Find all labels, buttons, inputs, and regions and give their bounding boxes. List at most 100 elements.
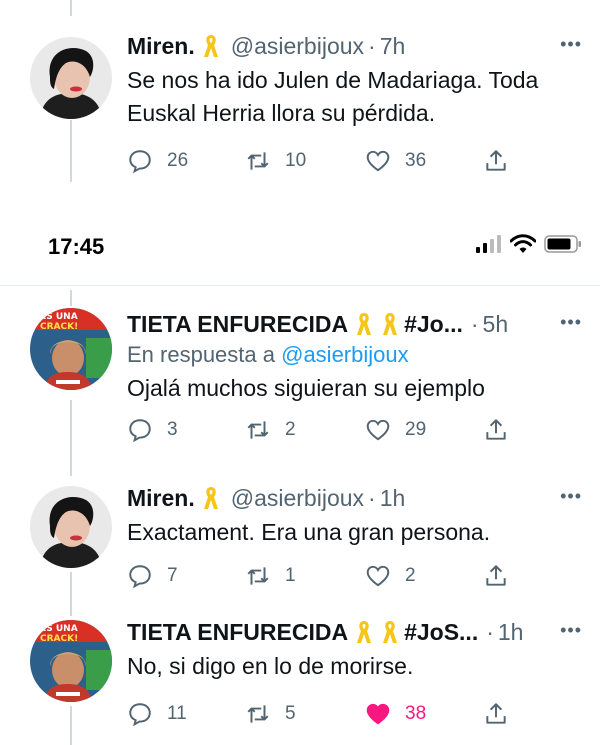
retweet-count: 10 bbox=[285, 150, 307, 171]
avatar[interactable]: ¡ES UNA CRACK! bbox=[30, 620, 112, 702]
more-options-icon[interactable]: ••• bbox=[560, 34, 582, 55]
reply-button[interactable]: 26 bbox=[127, 148, 188, 174]
avatar-badge-line1: ¡ES UNA bbox=[36, 624, 78, 634]
reply-icon bbox=[129, 419, 151, 443]
share-icon bbox=[486, 565, 506, 586]
heart-icon bbox=[366, 150, 390, 172]
more-options-icon[interactable]: ••• bbox=[560, 620, 582, 641]
reply-count: 26 bbox=[167, 150, 189, 171]
tweet-header: TIETA ENFURECIDA #JoS... · 1h bbox=[127, 618, 582, 646]
tweet-actions: 11 5 38 bbox=[127, 701, 582, 731]
user-handle[interactable]: @asierbijoux bbox=[231, 484, 364, 512]
tweet-actions: 26 10 36 bbox=[127, 148, 582, 178]
retweet-icon bbox=[247, 705, 269, 723]
yellow-ribbon-icon bbox=[354, 618, 374, 646]
system-icons bbox=[476, 234, 582, 254]
magazine-cover-avatar-icon: ¡ES UNA CRACK! bbox=[30, 308, 112, 390]
tweet-text: Ojalá muchos siguieran su ejemplo bbox=[127, 372, 582, 405]
avatar[interactable] bbox=[30, 486, 112, 568]
reply-icon bbox=[129, 703, 151, 727]
retweet-icon bbox=[247, 567, 269, 585]
retweet-button[interactable]: 10 bbox=[245, 148, 306, 174]
user-handle[interactable]: @asierbijoux bbox=[231, 32, 364, 60]
avatar-badge-line2: CRACK! bbox=[40, 634, 78, 644]
like-button[interactable]: 29 bbox=[365, 417, 426, 443]
share-button[interactable] bbox=[483, 563, 509, 589]
tweet-text-line: Euskal Herria llora su pérdida. bbox=[127, 100, 436, 126]
woman-avatar-icon bbox=[30, 37, 112, 119]
tweet-time[interactable]: 5h bbox=[483, 310, 509, 338]
retweet-icon bbox=[247, 152, 269, 170]
avatar[interactable] bbox=[30, 37, 112, 119]
reply-count: 3 bbox=[167, 419, 178, 440]
tweet-text: Exactament. Era una gran persona. bbox=[127, 516, 582, 549]
tweet-text: No, si digo en lo de morirse. bbox=[127, 650, 582, 683]
share-icon bbox=[486, 419, 506, 440]
tweet-actions: 7 1 2 bbox=[127, 563, 582, 593]
reply-prefix: En respuesta a bbox=[127, 342, 275, 367]
tweet[interactable]: Miren. @asierbijoux · 7h ••• Se nos ha i… bbox=[0, 25, 600, 195]
yellow-ribbon-icon bbox=[380, 310, 400, 338]
heart-icon bbox=[366, 419, 390, 441]
retweet-count: 5 bbox=[285, 703, 296, 724]
tweet[interactable]: Miren. @asierbijoux · 1h ••• Exactament.… bbox=[0, 478, 600, 598]
tweet-time[interactable]: 1h bbox=[498, 618, 524, 646]
like-button[interactable]: 2 bbox=[365, 563, 416, 589]
display-name-hashtag[interactable]: #JoS... bbox=[404, 618, 478, 646]
divider bbox=[0, 285, 600, 286]
display-name[interactable]: Miren. bbox=[127, 484, 195, 512]
separator-dot: · bbox=[470, 311, 479, 337]
reply-count: 7 bbox=[167, 565, 178, 586]
share-icon bbox=[486, 703, 506, 724]
tweet-text-line: Exactament. Era una gran persona. bbox=[127, 519, 491, 545]
avatar-badge-line2: CRACK! bbox=[40, 322, 78, 332]
separator-dot: · bbox=[368, 33, 376, 59]
avatar[interactable]: ¡ES UNA CRACK! bbox=[30, 308, 112, 390]
tweet-header: TIETA ENFURECIDA #Jo... · 5h bbox=[127, 310, 582, 338]
more-options-icon[interactable]: ••• bbox=[560, 486, 582, 507]
battery-icon bbox=[544, 235, 581, 253]
reply-icon bbox=[129, 150, 151, 174]
tweet-text-line: Se nos ha ido Julen de Madariaga. Toda bbox=[127, 67, 539, 93]
reply-icon bbox=[129, 565, 151, 589]
cellular-signal-icon bbox=[476, 235, 501, 253]
status-bar: 17:45 bbox=[0, 222, 600, 272]
retweet-button[interactable]: 5 bbox=[245, 701, 296, 727]
tweet-actions: 3 2 29 bbox=[127, 417, 582, 447]
yellow-ribbon-icon bbox=[380, 618, 400, 646]
like-count: 2 bbox=[405, 565, 416, 586]
status-time: 17:45 bbox=[48, 234, 105, 259]
display-name[interactable]: TIETA ENFURECIDA bbox=[127, 310, 348, 338]
share-button[interactable] bbox=[483, 417, 509, 443]
like-button[interactable]: 38 bbox=[365, 701, 426, 727]
heart-filled-icon bbox=[366, 703, 390, 725]
yellow-ribbon-icon bbox=[354, 310, 374, 338]
retweet-count: 2 bbox=[285, 419, 296, 440]
tweet-time[interactable]: 7h bbox=[380, 32, 406, 60]
reply-button[interactable]: 11 bbox=[127, 701, 187, 727]
more-options-icon[interactable]: ••• bbox=[560, 312, 582, 333]
tweet-time[interactable]: 1h bbox=[380, 484, 406, 512]
reply-button[interactable]: 3 bbox=[127, 417, 178, 443]
share-icon bbox=[486, 150, 506, 171]
display-name[interactable]: TIETA ENFURECIDA bbox=[127, 618, 348, 646]
like-count: 38 bbox=[405, 703, 427, 724]
reply-button[interactable]: 7 bbox=[127, 563, 178, 589]
tweet-text: Se nos ha ido Julen de Madariaga. Toda E… bbox=[127, 64, 582, 130]
tweet[interactable]: ¡ES UNA CRACK! TIETA ENFURECIDA #Jo... ·… bbox=[0, 300, 600, 470]
tweet[interactable]: ¡ES UNA CRACK! TIETA ENFURECIDA #JoS... … bbox=[0, 612, 600, 742]
display-name[interactable]: Miren. bbox=[127, 32, 195, 60]
share-button[interactable] bbox=[483, 701, 509, 727]
share-button[interactable] bbox=[483, 148, 509, 174]
like-button[interactable]: 36 bbox=[365, 148, 426, 174]
yellow-ribbon-icon bbox=[201, 32, 221, 60]
retweet-button[interactable]: 2 bbox=[245, 417, 296, 443]
magazine-cover-avatar-icon: ¡ES UNA CRACK! bbox=[30, 620, 112, 702]
thread-line bbox=[70, 0, 72, 16]
wifi-icon bbox=[510, 234, 536, 253]
heart-icon bbox=[366, 565, 390, 587]
retweet-button[interactable]: 1 bbox=[245, 563, 296, 589]
tweet-header: Miren. @asierbijoux · 1h bbox=[127, 484, 582, 512]
reply-mention-link[interactable]: @asierbijoux bbox=[281, 342, 409, 367]
display-name-hashtag[interactable]: #Jo... bbox=[404, 310, 463, 338]
